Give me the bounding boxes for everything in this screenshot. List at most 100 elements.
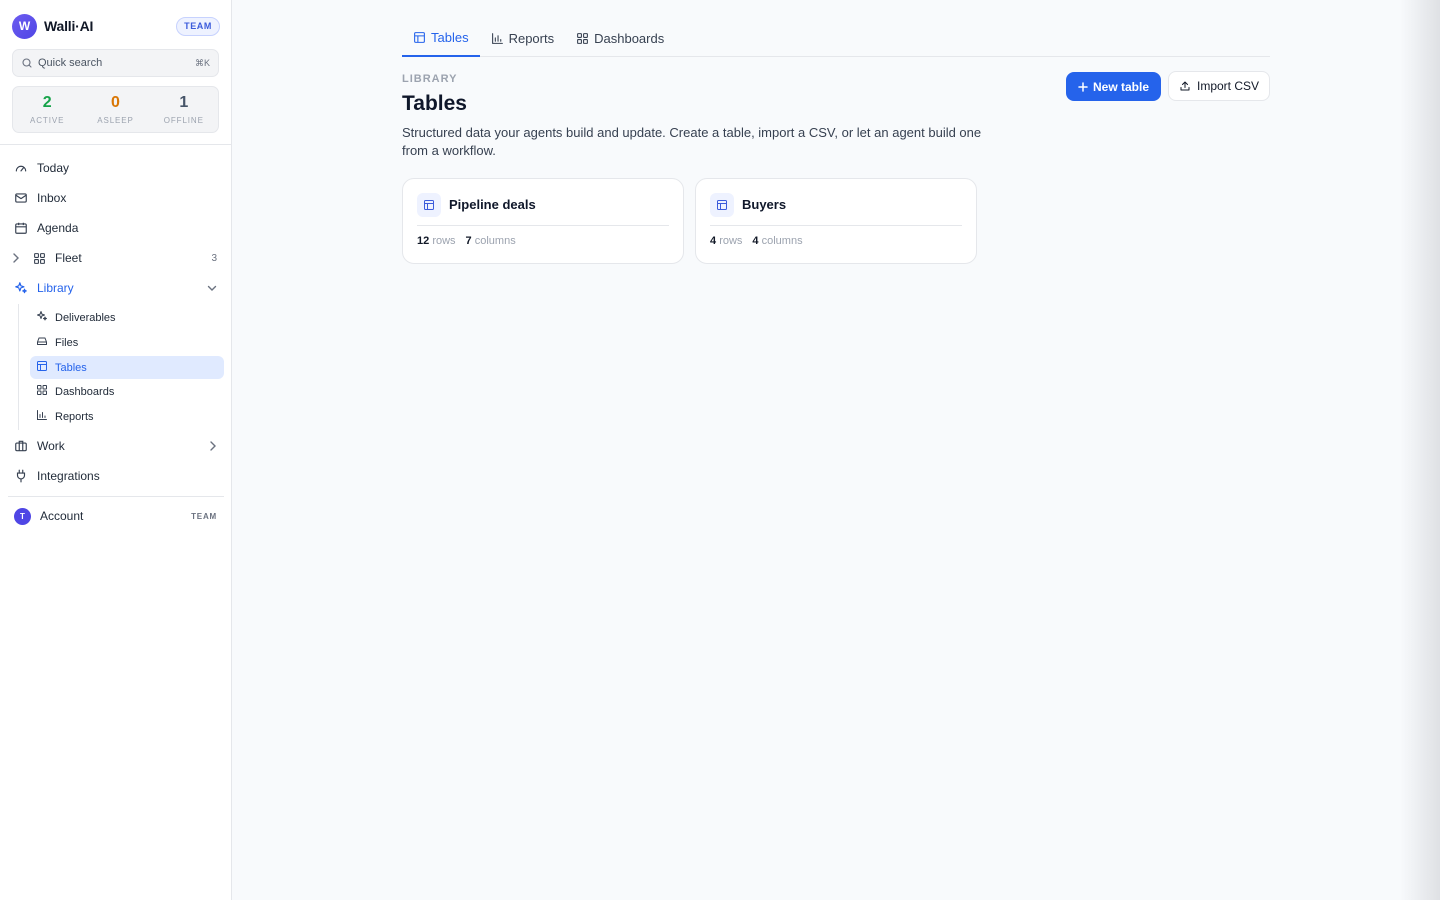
plus-icon [1078,81,1088,92]
tab-dashboards[interactable]: Dashboards [565,20,675,57]
grid-icon [32,251,46,265]
search-icon [22,58,32,68]
divider [0,144,231,145]
tab-reports[interactable]: Reports [480,20,566,57]
page-description: Structured data your agents build and up… [402,125,982,158]
dashboard-icon [36,384,48,399]
nav-inbox[interactable]: Inbox [8,184,224,212]
table-icon [417,193,441,217]
table-card-meta: 12 rows 7 columns [417,235,526,247]
table-card-buyers[interactable]: Buyers 4 rows 4 columns [695,178,977,264]
plug-icon [14,469,28,483]
status-active-label: ACTIVE [30,116,65,125]
search-shortcut: ⌘K [194,57,210,68]
avatar: T [14,507,31,525]
account-menu[interactable]: T Account TEAM [8,503,224,529]
column-count: 4 columns [752,235,802,247]
column-count-value: 4 [752,235,759,247]
library-item-tables[interactable]: Tables [30,356,224,379]
nav-work[interactable]: Work [8,432,224,460]
table-card-title: Pipeline deals [449,197,536,212]
divider [8,496,224,497]
sparkles-icon [14,281,28,295]
divider [417,225,669,226]
tab-label: Reports [508,31,555,46]
library-item-label: Files [55,336,79,349]
library-item-reports[interactable]: Reports [30,405,224,428]
app-logo[interactable]: W [12,13,37,39]
briefcase-icon [14,439,28,453]
nav-fleet-label: Fleet [55,251,82,265]
upload-icon [1180,81,1190,91]
nav-inbox-label: Inbox [37,191,67,205]
table-card-meta: 4 rows 4 columns [710,235,813,247]
fleet-count: 3 [211,252,217,264]
sparkles-icon [36,310,48,325]
status-asleep-count: 0 [111,94,120,111]
status-active-count: 2 [42,94,52,111]
divider [710,225,962,226]
nav-agenda-label: Agenda [37,221,79,235]
column-count-value: 7 [465,235,472,247]
status-active[interactable]: 2 ACTIVE [13,87,81,132]
tab-label: Tables [431,30,469,45]
status-asleep[interactable]: 0 ASLEEP [81,87,149,132]
library-item-dashboards[interactable]: Dashboards [30,380,224,403]
tab-label: Dashboards [594,31,665,46]
library-item-deliverables[interactable]: Deliverables [30,306,224,329]
calendar-icon [14,221,28,235]
row-count: 4 rows [710,235,742,247]
library-item-label: Deliverables [55,311,116,324]
table-icon [710,193,734,217]
nav-fleet[interactable]: Fleet 3 [8,244,224,272]
chevron-right-icon[interactable] [12,251,20,265]
status-offline[interactable]: 1 OFFLINE [150,87,218,132]
library-tabs: Tables Reports Dashboards [402,20,1270,57]
brand-header: W Walli·AI TEAM [12,13,220,39]
library-item-label: Tables [55,361,87,374]
row-count: 12 rows [417,235,456,247]
import-csv-label: Import CSV [1196,79,1259,93]
dashboard-icon [577,33,589,44]
column-count-label: columns [761,235,803,247]
table-card-title: Buyers [742,197,787,212]
nav-integrations-label: Integrations [37,469,100,483]
bar-chart-icon [36,409,48,424]
nav-agenda[interactable]: Agenda [8,214,224,242]
mail-icon [14,191,28,205]
page-eyebrow: LIBRARY [402,73,458,85]
tab-tables[interactable]: Tables [402,20,480,57]
row-count-value: 4 [710,235,717,247]
column-count-label: columns [474,235,516,247]
nav-integrations[interactable]: Integrations [8,462,224,490]
bar-chart-icon [491,33,503,44]
account-label: Account [40,509,84,523]
nav-today[interactable]: Today [8,154,224,182]
row-count-label: rows [719,235,743,247]
table-card-pipeline-deals[interactable]: Pipeline deals 12 rows 7 columns [402,178,684,264]
status-offline-count: 1 [179,94,189,111]
fleet-status-summary: 2 ACTIVE 0 ASLEEP 1 OFFLINE [12,86,219,133]
search-input[interactable] [38,57,178,69]
table-icon [36,360,48,375]
status-asleep-label: ASLEEP [97,116,134,125]
status-offline-label: OFFLINE [163,116,204,125]
new-table-button[interactable]: New table [1066,72,1161,101]
library-item-files[interactable]: Files [30,331,224,354]
nav-library-label: Library [37,281,74,295]
library-item-label: Reports [55,410,94,423]
chevron-right-icon[interactable] [209,441,217,451]
nav-library[interactable]: Library [8,274,224,302]
gauge-icon [14,161,28,175]
row-count-value: 12 [417,235,430,247]
library-item-label: Dashboards [55,385,115,398]
nav-today-label: Today [37,161,70,175]
drive-icon [36,335,48,350]
chevron-down-icon[interactable] [207,284,217,292]
table-icon [414,32,425,43]
new-table-label: New table [1092,79,1149,94]
quick-search[interactable]: ⌘K [12,49,219,77]
import-csv-button[interactable]: Import CSV [1168,71,1270,101]
library-tree-line [18,304,19,430]
app-name: Walli·AI [44,18,94,34]
